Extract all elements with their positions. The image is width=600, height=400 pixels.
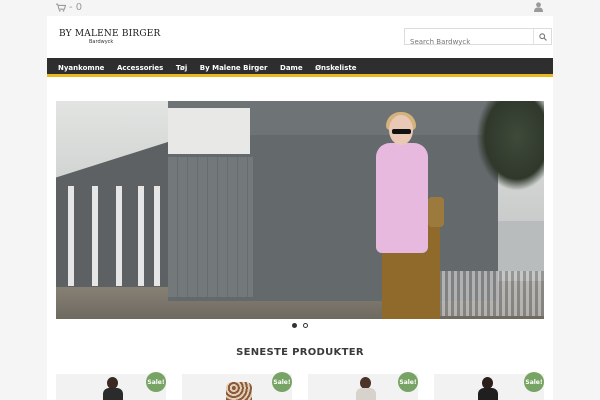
- search-box: [404, 28, 552, 50]
- main-navigation: Nyankomne Accessories Tøj By Malene Birg…: [47, 58, 553, 77]
- slider-dot-1[interactable]: [292, 323, 297, 328]
- sale-badge: Sale!: [272, 372, 292, 392]
- shopping-cart-icon: [56, 3, 66, 12]
- product-image: [356, 388, 376, 400]
- slide-tree: [476, 101, 544, 191]
- nav-item-accessories[interactable]: Accessories: [117, 64, 163, 72]
- search-icon: [538, 32, 547, 41]
- slide-pillar: [154, 186, 160, 286]
- logo-text: BY MALENE BIRGER: [59, 29, 161, 39]
- nav-item-onskeliste[interactable]: Ønskeliste: [315, 64, 356, 72]
- slide-wall-panel: [168, 157, 253, 297]
- nav-item-dame[interactable]: Dame: [280, 64, 303, 72]
- search-input[interactable]: [405, 34, 533, 50]
- nav-item-nyankomne[interactable]: Nyankomne: [58, 64, 104, 72]
- nav-item-by-malene-birger[interactable]: By Malene Birger: [200, 64, 268, 72]
- top-bar: - 0: [0, 0, 600, 16]
- user-icon[interactable]: [534, 2, 543, 12]
- logo-subtitle: Bardwyck: [89, 39, 114, 45]
- slide-pillar: [92, 186, 98, 286]
- slide-model-shirt: [376, 143, 428, 253]
- slide-model-bag: [428, 197, 444, 227]
- slide-pillar: [116, 186, 122, 286]
- slider-dot-2[interactable]: [303, 323, 308, 328]
- cart-count: - 0: [69, 2, 83, 13]
- section-title: SENESTE PRODUKTER: [236, 347, 364, 358]
- sale-badge: Sale!: [524, 372, 544, 392]
- search-button[interactable]: [533, 29, 551, 44]
- site-logo[interactable]: BY MALENE BIRGER Bardwyck: [59, 29, 161, 47]
- hero-slider-image[interactable]: [56, 101, 544, 319]
- nav-item-toj[interactable]: Tøj: [176, 64, 187, 72]
- slide-window: [168, 108, 250, 154]
- slider-pagination: [292, 323, 308, 328]
- product-image: [103, 388, 123, 400]
- slide-pillar: [138, 186, 144, 286]
- cart-link[interactable]: - 0: [56, 2, 82, 13]
- product-image: [226, 382, 252, 400]
- sale-badge: Sale!: [146, 372, 166, 392]
- slide-model-sunglasses: [392, 129, 411, 134]
- slide-fence: [436, 271, 544, 316]
- slide-pillar: [68, 186, 74, 286]
- product-image: [478, 388, 498, 400]
- sale-badge: Sale!: [398, 372, 418, 392]
